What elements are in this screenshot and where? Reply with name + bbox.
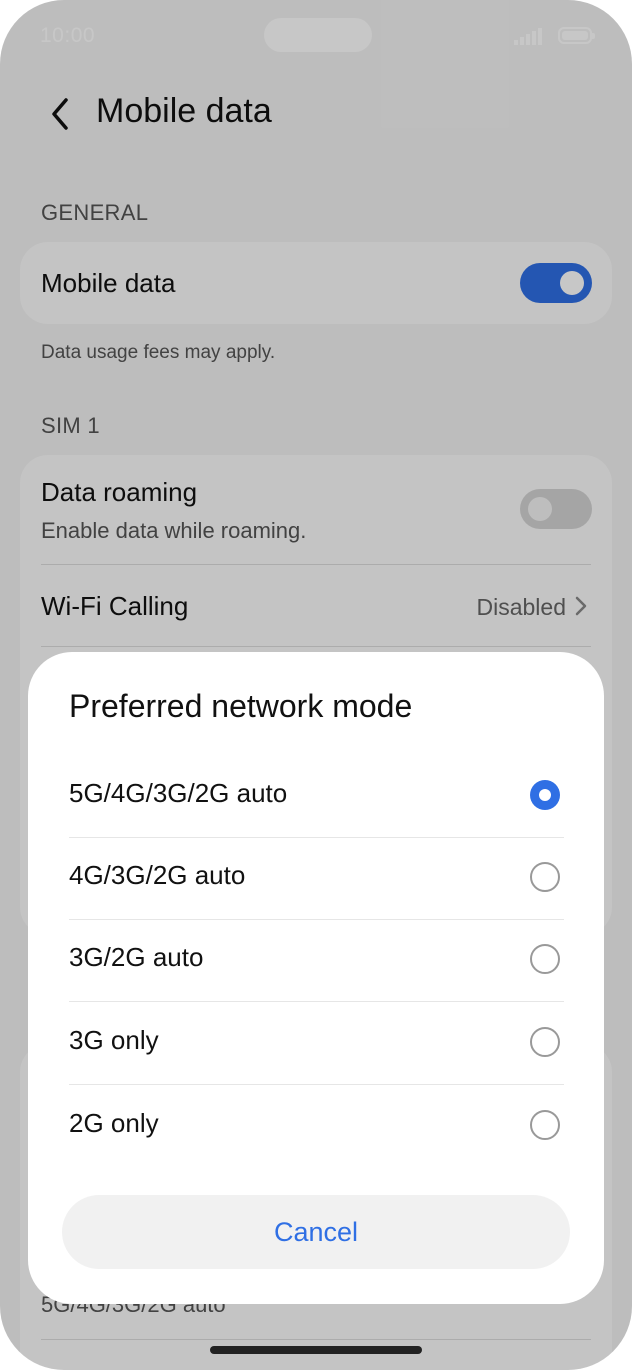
option-label: 3G/2G auto [69,942,204,972]
radio-selected-icon[interactable] [530,780,560,810]
network-mode-dialog: Preferred network mode 5G/4G/3G/2G auto … [28,652,604,1304]
option-5g-4g-3g-2g-auto[interactable]: 5G/4G/3G/2G auto [69,756,564,838]
divider [69,1084,564,1085]
option-4g-3g-2g-auto[interactable]: 4G/3G/2G auto [69,838,564,920]
radio-unselected-icon[interactable] [530,862,560,892]
cancel-label: Cancel [273,1217,359,1247]
cancel-button[interactable]: Cancel [62,1195,570,1269]
dialog-title: Preferred network mode [69,688,413,724]
option-label: 4G/3G/2G auto [69,860,246,890]
option-2g-only[interactable]: 2G only [69,1086,564,1168]
option-label: 3G only [69,1025,159,1055]
radio-unselected-icon[interactable] [530,944,560,974]
option-3g-2g-auto[interactable]: 3G/2G auto [69,920,564,1002]
home-indicator[interactable] [210,1346,422,1354]
radio-unselected-icon[interactable] [530,1110,560,1140]
phone-screen: 10:00 Mobile data GENERAL Mobile data Da… [0,0,632,1370]
option-label: 5G/4G/3G/2G auto [69,778,288,808]
option-3g-only[interactable]: 3G only [69,1003,564,1085]
radio-unselected-icon[interactable] [530,1027,560,1057]
divider [69,1001,564,1002]
option-label: 2G only [69,1108,159,1138]
